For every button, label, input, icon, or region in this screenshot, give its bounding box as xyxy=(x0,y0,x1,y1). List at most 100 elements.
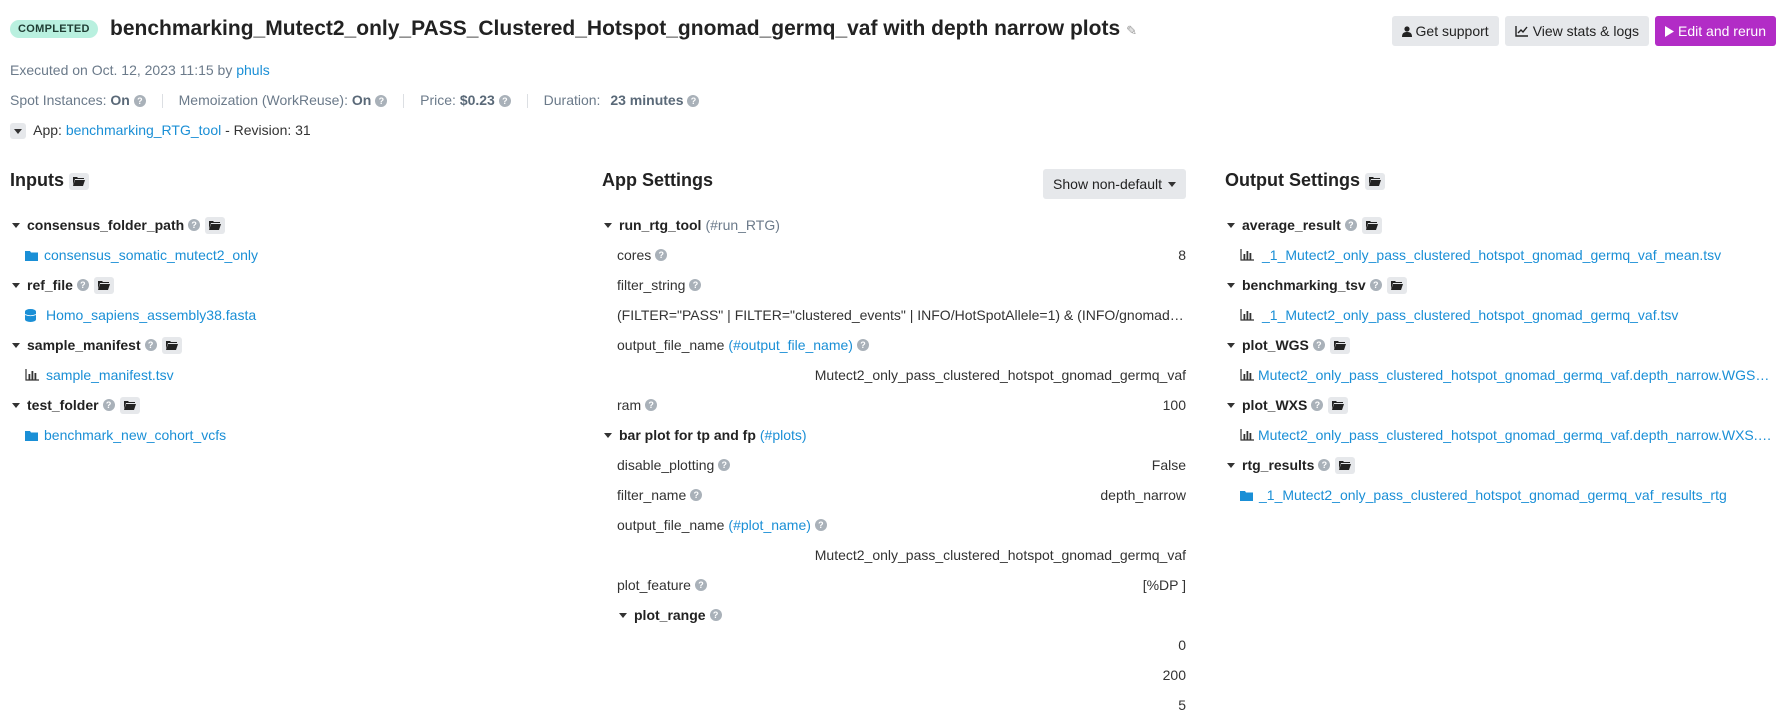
setting-label: disable_plotting xyxy=(617,457,715,473)
output-key-row[interactable]: rtg_results? xyxy=(1225,450,1780,480)
setting-value: [%DP ] xyxy=(1142,577,1186,593)
chevron-down-icon xyxy=(12,222,20,228)
output-value-row: Mutect2_only_pass_clustered_hotspot_gnom… xyxy=(1225,360,1780,390)
settings-group-hint[interactable]: (#plots) xyxy=(760,427,807,443)
folder-open-icon[interactable] xyxy=(1329,336,1350,354)
setting-label: plot_feature xyxy=(617,577,691,593)
spot-instances-value: On xyxy=(110,92,130,108)
help-icon[interactable]: ? xyxy=(709,609,722,621)
output-value-link[interactable]: _1_Mutect2_only_pass_clustered_hotspot_g… xyxy=(1262,247,1721,263)
output-key-row[interactable]: plot_WGS? xyxy=(1225,330,1780,360)
output-value-link[interactable]: Mutect2_only_pass_clustered_hotspot_gnom… xyxy=(1258,367,1773,383)
user-icon xyxy=(1401,25,1412,37)
settings-subgroup-row[interactable]: plot_range? xyxy=(602,600,1186,630)
show-non-default-label: Show non-default xyxy=(1053,176,1162,192)
input-value-row: consensus_somatic_mutect2_only xyxy=(10,240,570,270)
folder-open-icon[interactable] xyxy=(1386,276,1407,294)
folder-open-icon[interactable] xyxy=(1361,216,1382,234)
setting-value-row: (FILTER="PASS" | FILTER="clustered_event… xyxy=(602,300,1186,330)
bar-chart-icon xyxy=(1240,369,1254,381)
help-icon[interactable]: ? xyxy=(144,339,157,351)
output-key-row[interactable]: average_result? xyxy=(1225,210,1780,240)
output-value-link[interactable]: _1_Mutect2_only_pass_clustered_hotspot_g… xyxy=(1259,487,1727,503)
help-icon[interactable]: ? xyxy=(856,339,869,351)
setting-hint-link[interactable]: (#output_file_name) xyxy=(728,337,853,353)
folder-open-icon[interactable] xyxy=(161,336,182,354)
output-settings-title: Output Settings xyxy=(1225,170,1780,191)
input-key-row[interactable]: ref_file? xyxy=(10,270,570,300)
input-key: sample_manifest xyxy=(27,337,141,353)
input-key: ref_file xyxy=(27,277,73,293)
input-key-row[interactable]: test_folder? xyxy=(10,390,570,420)
input-key-row[interactable]: sample_manifest? xyxy=(10,330,570,360)
help-icon[interactable]: ? xyxy=(76,279,89,291)
folder-open-icon[interactable] xyxy=(205,216,226,234)
help-icon[interactable]: ? xyxy=(687,95,700,108)
chevron-down-icon xyxy=(12,402,20,408)
output-value-link[interactable]: Mutect2_only_pass_clustered_hotspot_gnom… xyxy=(1258,427,1773,443)
plot-range-value: 200 xyxy=(1162,667,1186,683)
edit-pencil-icon[interactable]: ✎ xyxy=(1126,23,1137,38)
input-key-row[interactable]: consensus_folder_path? xyxy=(10,210,570,240)
input-value-link[interactable]: consensus_somatic_mutect2_only xyxy=(44,247,258,263)
help-icon[interactable]: ? xyxy=(689,279,702,291)
filter-string-value: (FILTER="PASS" | FILTER="clustered_event… xyxy=(617,307,1186,323)
help-icon[interactable]: ? xyxy=(1311,399,1324,411)
memoization-value: On xyxy=(351,92,372,108)
chevron-down-icon xyxy=(1227,282,1235,288)
input-value-link[interactable]: sample_manifest.tsv xyxy=(46,367,174,383)
help-icon[interactable]: ? xyxy=(814,519,827,531)
get-support-button[interactable]: Get support xyxy=(1391,16,1499,46)
app-toggle-button[interactable] xyxy=(10,123,26,140)
folder-open-icon[interactable] xyxy=(93,276,114,294)
input-value-link[interactable]: benchmark_new_cohort_vcfs xyxy=(44,427,226,443)
show-non-default-dropdown[interactable]: Show non-default xyxy=(1043,169,1186,199)
help-icon[interactable]: ? xyxy=(655,249,668,261)
folder-open-icon[interactable] xyxy=(69,172,89,190)
help-icon[interactable]: ? xyxy=(133,95,146,108)
setting-hint-link[interactable]: (#plot_name) xyxy=(728,517,811,533)
help-icon[interactable]: ? xyxy=(1318,459,1331,471)
input-value-link[interactable]: Homo_sapiens_assembly38.fasta xyxy=(46,307,256,323)
inputs-title-text: Inputs xyxy=(10,170,64,190)
setting-label: ram xyxy=(617,397,642,413)
divider xyxy=(526,94,528,109)
folder-open-icon[interactable] xyxy=(1364,172,1385,190)
help-icon[interactable]: ? xyxy=(690,489,703,501)
settings-group-name: bar plot for tp and fp xyxy=(619,427,756,443)
database-icon xyxy=(25,308,36,322)
help-icon[interactable]: ? xyxy=(1369,279,1382,291)
folder-open-icon[interactable] xyxy=(1328,396,1349,414)
settings-group-row[interactable]: bar plot for tp and fp (#plots) xyxy=(602,420,1186,450)
settings-group-row[interactable]: run_rtg_tool (#run_RTG) xyxy=(602,210,1186,240)
setting-row: output_file_name (#output_file_name)? xyxy=(602,330,1186,360)
chevron-down-icon xyxy=(619,612,627,618)
input-key: consensus_folder_path xyxy=(27,217,185,233)
folder-open-icon[interactable] xyxy=(119,396,140,414)
help-icon[interactable]: ? xyxy=(1312,339,1325,351)
outputs-list: average_result? _1_Mutect2_only_pass_clu… xyxy=(1225,210,1780,510)
help-icon[interactable]: ? xyxy=(718,459,731,471)
help-icon[interactable]: ? xyxy=(645,399,658,411)
output-key-row[interactable]: benchmarking_tsv? xyxy=(1225,270,1780,300)
view-stats-logs-button[interactable]: View stats & logs xyxy=(1504,16,1650,46)
chevron-down-icon xyxy=(12,282,20,288)
folder-open-icon[interactable] xyxy=(1335,456,1356,474)
help-icon[interactable]: ? xyxy=(375,95,388,108)
help-icon[interactable]: ? xyxy=(188,219,201,231)
edit-and-rerun-button[interactable]: Edit and rerun xyxy=(1655,16,1776,46)
input-value-row: sample_manifest.tsv xyxy=(10,360,570,390)
app-name-link[interactable]: benchmarking_RTG_tool xyxy=(66,122,221,138)
help-icon[interactable]: ? xyxy=(1344,219,1357,231)
app-label: App: xyxy=(33,122,62,138)
help-icon[interactable]: ? xyxy=(498,95,511,108)
divider xyxy=(403,94,405,109)
output-key-row[interactable]: plot_WXS? xyxy=(1225,390,1780,420)
output-key: benchmarking_tsv xyxy=(1242,277,1366,293)
setting-value: Mutect2_only_pass_clustered_hotspot_gnom… xyxy=(814,367,1186,383)
user-link[interactable]: phuls xyxy=(236,62,269,78)
help-icon[interactable]: ? xyxy=(102,399,115,411)
help-icon[interactable]: ? xyxy=(694,579,707,591)
output-value-link[interactable]: _1_Mutect2_only_pass_clustered_hotspot_g… xyxy=(1262,307,1678,323)
price-value: $0.23 xyxy=(459,92,495,108)
